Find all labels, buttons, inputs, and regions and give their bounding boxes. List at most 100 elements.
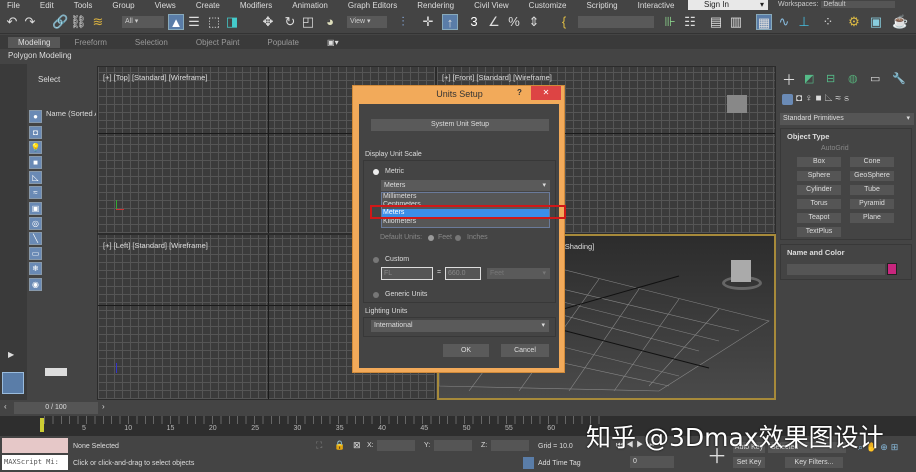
time-tag-icon[interactable] bbox=[523, 457, 534, 469]
rendered-frame-icon[interactable]: ▣ bbox=[868, 14, 884, 30]
schematic-view-icon[interactable]: ⊥ bbox=[796, 14, 812, 30]
close-button[interactable]: ✕ bbox=[531, 86, 561, 100]
custom-label[interactable]: Custom bbox=[385, 256, 409, 263]
window-crossing-icon[interactable]: ◨ bbox=[224, 14, 240, 30]
menu-group[interactable]: Group bbox=[112, 1, 134, 10]
undo-icon[interactable]: ↶ bbox=[4, 14, 20, 30]
pyramid-button[interactable]: Pyramid bbox=[850, 199, 894, 209]
display-particles-icon[interactable]: ❄ bbox=[29, 262, 42, 275]
teapot-button[interactable]: Teapot bbox=[797, 213, 841, 223]
named-selection-dropdown[interactable] bbox=[578, 16, 654, 28]
lighting-units-dropdown[interactable]: International ▾ bbox=[371, 320, 549, 332]
expand-arrow-icon[interactable]: ▶ bbox=[8, 350, 14, 359]
scene-explorer-icon[interactable]: ▥ bbox=[728, 14, 744, 30]
move-icon[interactable]: ✥ bbox=[260, 14, 276, 30]
ribbon-panel-polygon-modeling[interactable]: Polygon Modeling bbox=[0, 49, 916, 62]
menu-modifiers[interactable]: Modifiers bbox=[240, 1, 272, 10]
object-name-field[interactable] bbox=[787, 264, 885, 275]
unlink-icon[interactable]: ⛓ bbox=[70, 14, 87, 30]
display-frozen-icon[interactable]: ◉ bbox=[29, 278, 42, 291]
tab-object-paint[interactable]: Object Paint bbox=[182, 38, 254, 47]
geosphere-button[interactable]: GeoSphere bbox=[850, 171, 894, 181]
menu-animation[interactable]: Animation bbox=[292, 1, 328, 10]
create-tab-icon[interactable]: ＋ bbox=[782, 70, 796, 90]
cancel-button[interactable]: Cancel bbox=[501, 344, 549, 357]
time-slider[interactable]: ‹ 0 / 100 › bbox=[0, 400, 916, 416]
menu-tools[interactable]: Tools bbox=[74, 1, 93, 10]
reference-coordinate-dropdown[interactable]: View ▾ bbox=[347, 16, 387, 28]
maxscript-listener-output[interactable] bbox=[2, 438, 68, 453]
display-helpers-icon[interactable]: ◺ bbox=[29, 171, 42, 184]
x-coordinate-field[interactable] bbox=[377, 440, 415, 451]
viewport-front-label[interactable]: [+] [Front] [Standard] [Wireframe] bbox=[442, 73, 552, 82]
menu-create[interactable]: Create bbox=[196, 1, 220, 10]
scale-icon[interactable]: ◰ bbox=[300, 14, 316, 30]
metric-label[interactable]: Metric bbox=[385, 168, 404, 175]
primitive-type-dropdown[interactable]: Standard Primitives ▾ bbox=[780, 113, 914, 125]
display-cameras-icon[interactable]: ■ bbox=[29, 156, 42, 169]
select-object-icon[interactable]: ▲ bbox=[168, 14, 184, 30]
display-bones-icon[interactable]: ╲ bbox=[29, 232, 42, 245]
menu-scripting[interactable]: Scripting bbox=[586, 1, 617, 10]
ribbon-toggle-icon[interactable]: ▦ bbox=[756, 14, 772, 30]
sign-in-button[interactable]: Sign In ▾ bbox=[688, 0, 768, 10]
select-by-name-icon[interactable]: ☰ bbox=[186, 14, 202, 30]
tab-freeform[interactable]: Freeform bbox=[60, 38, 120, 47]
motion-tab-icon[interactable]: ◍ bbox=[848, 72, 858, 85]
placement-icon[interactable]: ◕ bbox=[322, 14, 338, 30]
object-type-header[interactable]: Object Type bbox=[787, 132, 829, 141]
custom-amount-field[interactable]: 660.0 bbox=[445, 267, 481, 280]
plane-button[interactable]: Plane bbox=[850, 213, 894, 223]
display-xrefs-icon[interactable]: ◎ bbox=[29, 217, 42, 230]
redo-icon[interactable]: ↷ bbox=[22, 14, 38, 30]
system-unit-setup-button[interactable]: System Unit Setup bbox=[371, 119, 549, 131]
custom-radio[interactable] bbox=[373, 257, 379, 263]
display-shapes-icon[interactable]: ◘ bbox=[29, 126, 42, 139]
metric-radio[interactable] bbox=[373, 169, 379, 175]
key-filters-button[interactable]: Key Filters... bbox=[785, 457, 843, 468]
time-next-icon[interactable]: › bbox=[102, 402, 105, 411]
menu-interactive[interactable]: Interactive bbox=[638, 1, 675, 10]
time-slider-value[interactable]: 0 / 100 bbox=[14, 402, 98, 414]
lock-selection-icon[interactable]: 🔒 bbox=[334, 440, 345, 451]
render-icon[interactable]: ☕ bbox=[892, 14, 908, 30]
cylinder-button[interactable]: Cylinder bbox=[797, 185, 841, 195]
link-icon[interactable]: 🔗 bbox=[52, 14, 68, 30]
generic-units-label[interactable]: Generic Units bbox=[385, 291, 427, 298]
menu-edit[interactable]: Edit bbox=[40, 1, 54, 10]
tab-modeling[interactable]: Modeling bbox=[8, 36, 61, 48]
mirror-icon[interactable]: ⊪ bbox=[662, 14, 678, 30]
display-tab-icon[interactable]: ▭ bbox=[870, 72, 880, 85]
keyboard-shortcut-override-icon[interactable]: ↑ bbox=[442, 14, 458, 30]
viewport-top-label[interactable]: [+] [Top] [Standard] [Wireframe] bbox=[103, 73, 207, 82]
menu-views[interactable]: Views bbox=[155, 1, 176, 10]
geometry-icon[interactable] bbox=[782, 94, 793, 105]
display-lights-icon[interactable]: 💡 bbox=[29, 141, 42, 154]
snaps-toggle-icon[interactable]: 3 bbox=[466, 14, 482, 30]
custom-name-field[interactable]: FL bbox=[381, 267, 433, 280]
display-spacewarps-icon[interactable]: ≈ bbox=[29, 186, 42, 199]
named-selection-icon[interactable]: { bbox=[556, 14, 572, 30]
modify-tab-icon[interactable]: ◩ bbox=[804, 72, 814, 85]
menu-graph-editors[interactable]: Graph Editors bbox=[348, 1, 397, 10]
rectangular-selection-icon[interactable]: ⬚ bbox=[206, 14, 222, 30]
object-color-swatch[interactable] bbox=[887, 263, 897, 275]
percent-snap-icon[interactable]: % bbox=[506, 14, 522, 30]
set-key-button[interactable]: Set Key bbox=[733, 457, 765, 468]
textplus-button[interactable]: TextPlus bbox=[797, 227, 841, 237]
box-button[interactable]: Box bbox=[797, 157, 841, 167]
add-time-tag[interactable]: Add Time Tag bbox=[538, 460, 581, 467]
display-groups-icon[interactable]: ▣ bbox=[29, 202, 42, 215]
curve-editor-icon[interactable]: ∿ bbox=[776, 14, 792, 30]
spinner-snap-icon[interactable]: ⇕ bbox=[526, 14, 542, 30]
rotate-icon[interactable]: ↻ bbox=[282, 14, 298, 30]
align-icon[interactable]: ☷ bbox=[682, 14, 698, 30]
transform-mode-icon[interactable]: ⊠ bbox=[353, 440, 361, 451]
create-category-icons[interactable]: ◘♀■◺≈ಽ bbox=[796, 93, 852, 104]
menu-file[interactable]: File bbox=[7, 1, 20, 10]
hierarchy-tab-icon[interactable]: ⊟ bbox=[826, 72, 835, 85]
menu-civil-view[interactable]: Civil View bbox=[474, 1, 509, 10]
help-button[interactable]: ? bbox=[517, 88, 522, 97]
maxscript-input[interactable]: MAXScript Mi: bbox=[2, 455, 68, 470]
tab-selection[interactable]: Selection bbox=[121, 38, 182, 47]
